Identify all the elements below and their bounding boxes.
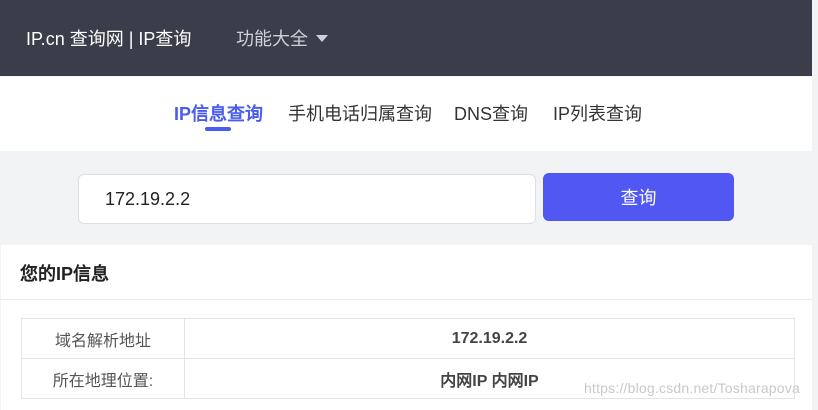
watermark-text: https://blog.csdn.net/Tosharapova	[584, 380, 800, 396]
panel-title: 您的IP信息	[20, 264, 110, 284]
ip-search-input[interactable]	[78, 174, 536, 224]
tab-ip-list[interactable]: IP列表查询	[553, 103, 642, 125]
search-button[interactable]: 查询	[543, 173, 734, 221]
tab-bar: IP信息查询 手机电话归属查询 DNS查询 IP列表查询	[0, 77, 812, 151]
active-tab-indicator	[205, 127, 231, 131]
row-key-location: 所在地理位置:	[21, 358, 185, 399]
table-row: 域名解析地址 172.19.2.2	[21, 318, 795, 359]
features-menu-label: 功能大全	[236, 29, 308, 49]
tab-dns-lookup[interactable]: DNS查询	[454, 103, 528, 125]
features-menu[interactable]: 功能大全	[236, 28, 328, 50]
panel-divider	[1, 299, 812, 300]
tab-phone-lookup[interactable]: 手机电话归属查询	[288, 103, 432, 125]
row-key-domain: 域名解析地址	[21, 318, 185, 359]
caret-down-icon	[316, 35, 328, 43]
row-value-domain: 172.19.2.2	[184, 318, 795, 359]
brand-title[interactable]: IP.cn 查询网 | IP查询	[26, 28, 191, 50]
tab-ip-info[interactable]: IP信息查询	[174, 103, 263, 125]
top-navbar: IP.cn 查询网 | IP查询 功能大全	[0, 0, 812, 76]
